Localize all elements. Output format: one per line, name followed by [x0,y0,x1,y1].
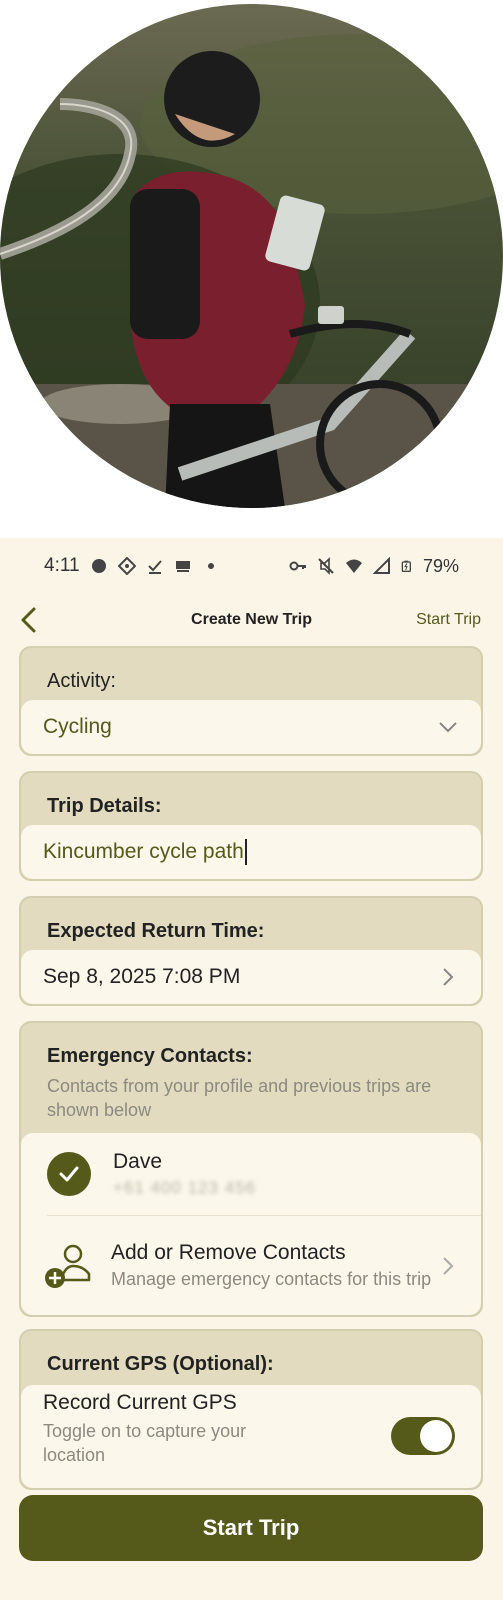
gps-panel: Record Current GPS Toggle on to capture … [21,1385,481,1488]
dropdown-chevron-icon [439,722,457,733]
return-time-picker[interactable]: Sep 8, 2025 7:08 PM [21,950,481,1004]
status-time: 4:11 [44,555,80,576]
gps-card: Current GPS (Optional): Record Current G… [19,1329,483,1490]
manage-contacts-subtitle: Manage emergency contacts for this trip [111,1268,432,1289]
activity-value: Cycling [43,715,112,738]
trip-details-value: Kincumber cycle path [43,840,244,863]
emergency-contacts-card: Emergency Contacts: Contacts from your p… [19,1021,483,1317]
start-trip-link[interactable]: Start Trip [416,611,481,629]
contact-item[interactable]: Dave +61 400 123 456 [21,1133,481,1215]
back-button[interactable] [14,605,44,635]
back-chevron-icon [21,607,36,633]
notification-diamond-icon [117,557,136,575]
trip-details-input[interactable]: Kincumber cycle path [21,825,481,879]
forward-chevron-icon [443,1256,454,1275]
cyclist-photo [0,4,503,508]
key-icon [289,561,306,571]
emergency-contacts-label: Emergency Contacts: [47,1045,253,1067]
activity-label: Activity: [47,670,116,692]
forward-chevron-icon [443,968,454,986]
gps-label: Current GPS (Optional): [47,1353,274,1375]
contacts-panel: Dave +61 400 123 456 Add or Remove Conta… [21,1133,481,1315]
contact-phone-redacted: +61 400 123 456 [113,1178,257,1197]
text-cursor [244,839,247,865]
battery-percent: 79% [422,555,459,576]
manage-contacts-title: Add or Remove Contacts [111,1240,346,1264]
gps-row-subtitle: Toggle on to capture your location [43,1421,247,1465]
start-trip-button[interactable]: Start Trip [19,1495,483,1561]
battery-icon [401,560,411,572]
activity-dropdown[interactable]: Cycling [21,700,481,754]
emergency-contacts-description: Contacts from your profile and previous … [47,1076,432,1120]
activity-card: Activity: Cycling [19,646,483,756]
mute-icon [318,557,334,575]
add-person-icon [45,1244,91,1288]
return-time-label: Expected Return Time: [47,920,265,942]
gps-toggle[interactable] [391,1417,455,1455]
hero-photo [0,4,503,508]
manage-contacts-row[interactable]: Add or Remove Contacts Manage emergency … [21,1216,481,1315]
gps-row-title: Record Current GPS [43,1391,237,1414]
trip-details-card: Trip Details: Kincumber cycle path [19,771,483,881]
trip-details-label: Trip Details: [47,795,162,817]
return-time-value: Sep 8, 2025 7:08 PM [43,965,241,988]
notification-icon [91,559,106,573]
nav-bar: Create New Trip Start Trip [0,594,503,646]
app-screen: 4:11 79% Create New Trip Start Trip Acti… [0,538,503,1600]
wifi-icon [345,559,362,573]
app-notification-icon [175,561,190,572]
task-check-icon [147,560,162,574]
return-time-card: Expected Return Time: Sep 8, 2025 7:08 P… [19,896,483,1006]
dot-icon [207,563,214,569]
signal-icon [372,557,390,574]
toggle-knob [420,1420,452,1452]
contact-checkbox[interactable] [47,1152,91,1196]
check-icon [59,1166,79,1182]
contact-name: Dave [113,1150,163,1173]
status-bar: 4:11 79% [0,538,503,594]
